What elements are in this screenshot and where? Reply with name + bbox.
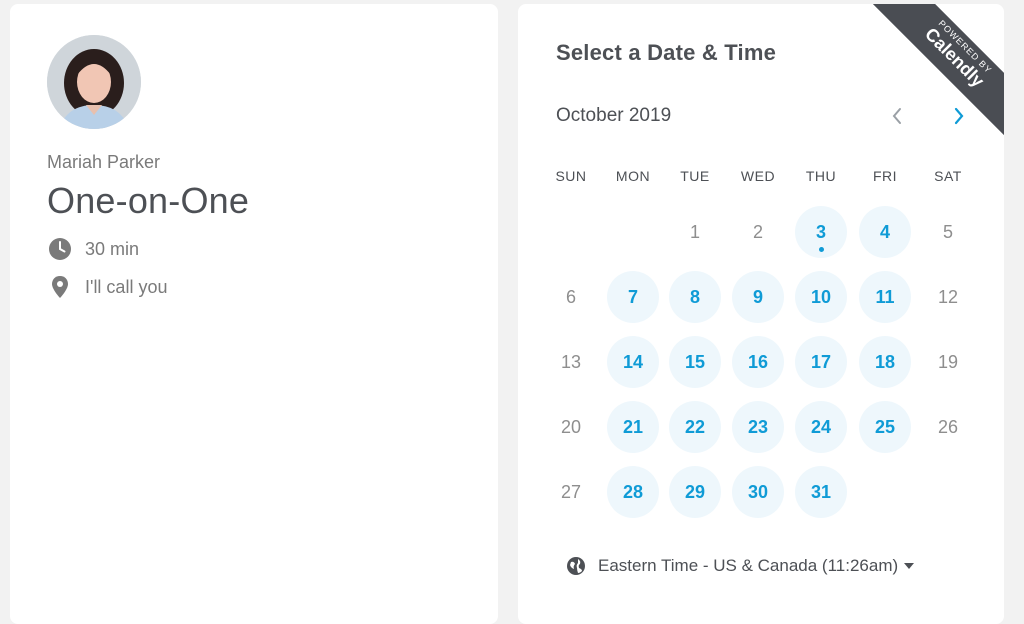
date-number: 3: [815, 221, 826, 242]
unavailable-date-12: 12: [922, 271, 974, 323]
map-pin-icon: [47, 274, 73, 300]
available-date-21[interactable]: 21: [607, 401, 659, 453]
date-number: 21: [622, 416, 644, 437]
avatar-portrait: [47, 35, 141, 129]
date-number: 20: [560, 416, 582, 437]
date-number: 17: [810, 351, 832, 372]
date-number: 7: [627, 286, 638, 307]
date-number: 2: [752, 221, 763, 242]
available-date-16[interactable]: 16: [732, 336, 784, 388]
date-number: 10: [810, 286, 832, 307]
unavailable-date-6: 6: [545, 271, 597, 323]
date-number: 15: [684, 351, 706, 372]
date-number: 29: [684, 481, 706, 502]
event-details-panel: Mariah Parker One-on-One 30 min I'll cal…: [10, 4, 498, 624]
location-text: I'll call you: [85, 276, 168, 297]
date-number: 19: [937, 351, 959, 372]
unavailable-date-19: 19: [922, 336, 974, 388]
date-number: 13: [560, 351, 582, 372]
avatar: [47, 35, 141, 129]
chevron-right-icon: [954, 107, 964, 125]
available-date-3[interactable]: 3: [795, 206, 847, 258]
available-date-18[interactable]: 18: [859, 336, 911, 388]
unavailable-date-5: 5: [922, 206, 974, 258]
available-date-28[interactable]: 28: [607, 466, 659, 518]
calendar-panel: Select a Date & Time October 2019 SUN MON…: [518, 4, 1004, 624]
unavailable-date-20: 20: [545, 401, 597, 453]
unavailable-date-27: 27: [545, 466, 597, 518]
section-title: Select a Date & Time: [556, 40, 777, 65]
event-title: One-on-One: [47, 180, 250, 221]
unavailable-date-13: 13: [545, 336, 597, 388]
unavailable-date-1: 1: [669, 206, 721, 258]
next-month-button[interactable]: [946, 103, 972, 129]
prev-month-button[interactable]: [884, 103, 910, 129]
weekday-fri: FRI: [872, 168, 898, 184]
date-number: 9: [752, 286, 763, 307]
date-number: 26: [937, 416, 959, 437]
available-date-11[interactable]: 11: [859, 271, 911, 323]
weekday-sat: SAT: [934, 168, 962, 184]
date-number: 28: [622, 481, 644, 502]
available-date-7[interactable]: 7: [607, 271, 659, 323]
date-number: 11: [875, 286, 895, 307]
available-date-4[interactable]: 4: [859, 206, 911, 258]
unavailable-date-26: 26: [922, 401, 974, 453]
timezone-selector[interactable]: Eastern Time - US & Canada (11:26am): [566, 556, 915, 576]
globe-icon: [567, 557, 585, 575]
duration-text: 30 min: [85, 238, 140, 259]
date-number: 24: [810, 416, 832, 437]
timezone-label: Eastern Time - US & Canada (11:26am): [598, 556, 899, 575]
available-date-15[interactable]: 15: [669, 336, 721, 388]
weekday-wed: WED: [740, 168, 776, 184]
unavailable-date-2: 2: [732, 206, 784, 258]
available-date-23[interactable]: 23: [732, 401, 784, 453]
available-date-8[interactable]: 8: [669, 271, 721, 323]
weekday-tue: TUE: [680, 168, 710, 184]
date-number: 31: [810, 481, 832, 502]
available-date-29[interactable]: 29: [669, 466, 721, 518]
weekday-thu: THU: [805, 168, 837, 184]
duration-row: 30 min: [47, 236, 139, 262]
date-number: 25: [874, 416, 896, 437]
available-date-25[interactable]: 25: [859, 401, 911, 453]
date-number: 5: [942, 221, 953, 242]
date-number: 30: [747, 481, 769, 502]
available-date-22[interactable]: 22: [669, 401, 721, 453]
available-date-14[interactable]: 14: [607, 336, 659, 388]
available-date-30[interactable]: 30: [732, 466, 784, 518]
today-indicator-dot: [818, 247, 824, 252]
location-row: I'll call you: [47, 274, 167, 300]
weekday-sun: SUN: [555, 168, 587, 184]
available-date-9[interactable]: 9: [732, 271, 784, 323]
date-number: 4: [879, 221, 890, 242]
date-number: 1: [689, 221, 700, 242]
date-number: 8: [689, 286, 700, 307]
chevron-left-icon: [892, 108, 901, 124]
date-number: 23: [747, 416, 769, 437]
month-label: October 2019: [556, 105, 672, 126]
host-name: Mariah Parker: [47, 152, 161, 172]
clock-icon: [47, 236, 73, 262]
available-date-10[interactable]: 10: [795, 271, 847, 323]
date-number: 14: [622, 351, 644, 372]
available-date-24[interactable]: 24: [795, 401, 847, 453]
available-date-17[interactable]: 17: [795, 336, 847, 388]
date-number: 27: [560, 481, 582, 502]
date-number: 16: [747, 351, 769, 372]
date-number: 12: [937, 286, 959, 307]
date-number: 6: [565, 286, 576, 307]
date-number: 18: [874, 351, 896, 372]
caret-down-icon: [904, 563, 915, 569]
weekday-mon: MON: [615, 168, 651, 184]
date-number: 22: [684, 416, 706, 437]
available-date-31[interactable]: 31: [795, 466, 847, 518]
